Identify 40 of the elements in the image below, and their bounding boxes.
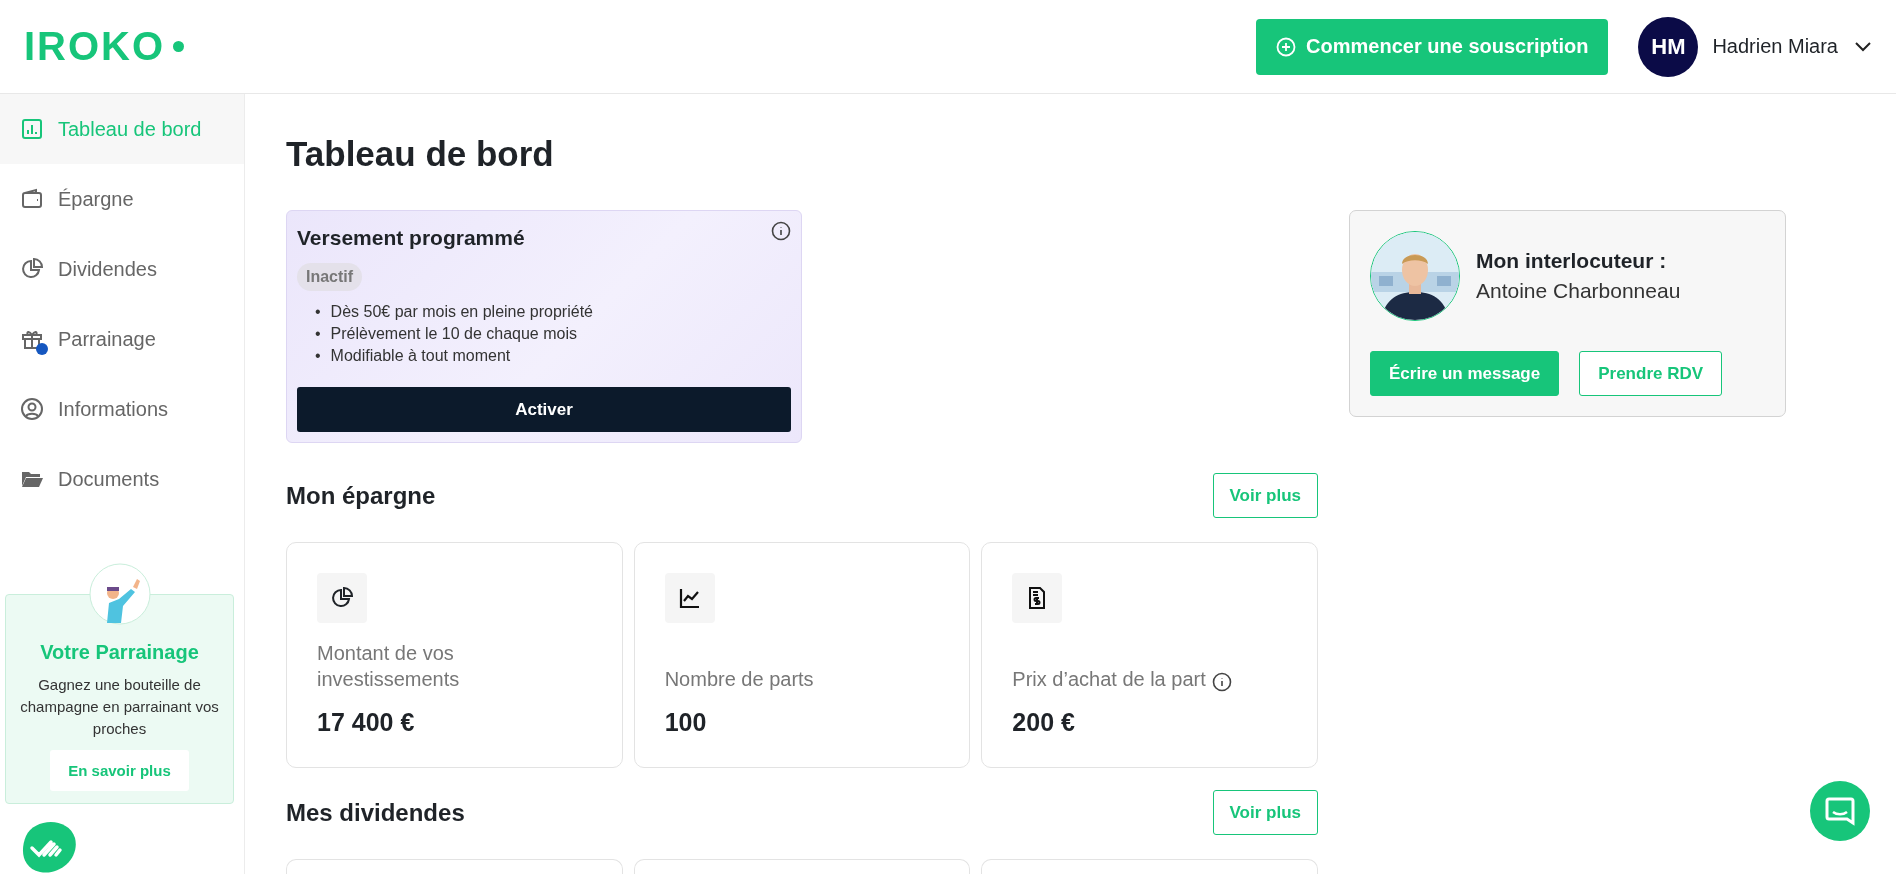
user-icon [20, 397, 44, 421]
stat-label: Nombre de parts [664, 667, 814, 692]
stat-value: 100 [664, 708, 708, 737]
sidebar-item[interactable]: Épargne [0, 164, 244, 234]
info-icon[interactable] [771, 221, 791, 241]
stat-value: 200 € [1012, 708, 1076, 737]
bullet-text: Modifiable à tout moment [330, 346, 511, 366]
referral-title: Votre Parrainage [39, 641, 200, 664]
card-title: Versement programmé [297, 225, 525, 251]
pie-chart-icon [330, 586, 354, 610]
stat-label: Montant de vos investissements [317, 641, 461, 692]
user-avatar[interactable]: HM [1638, 16, 1699, 77]
chart-icon [20, 117, 44, 141]
plus-circle-icon [1276, 36, 1297, 57]
bullet-text: Dès 50€ par mois en pleine propriété [330, 302, 593, 322]
stat-value: 17 400 € [317, 708, 416, 737]
stat-label: Prix d’achat de la part [1012, 667, 1206, 692]
advisor-label: Mon interlocuteur : [1476, 249, 1668, 273]
logo-dot-icon [173, 41, 185, 52]
page-title: Tableau de bord [286, 134, 555, 174]
referral-text: Gagnez une bouteille de champagne en parrainant vos proches [19, 675, 220, 739]
info-icon[interactable] [1211, 672, 1232, 692]
status-badge: Inactif [297, 263, 363, 291]
bullet-icon: • [315, 301, 321, 323]
sidebar-item[interactable]: Parrainage [0, 304, 244, 374]
bullet-text: Prélèvement le 10 de chaque mois [330, 324, 577, 344]
sidebar-item[interactable]: Dividendes [0, 234, 244, 304]
section-title: Mon épargne [286, 481, 436, 510]
advisor-name: Antoine Charbonneau [1476, 279, 1681, 303]
wallet-icon [20, 187, 44, 211]
bullet-icon: • [315, 323, 321, 345]
user-name[interactable]: Hadrien Miara [1712, 35, 1838, 58]
activate-button[interactable]: Activer [297, 387, 791, 432]
section-title: Mes dividendes [286, 798, 465, 827]
chevron-down-icon[interactable] [1854, 40, 1872, 53]
sidebar-item[interactable]: Informations [0, 374, 244, 444]
pie-chart-icon [20, 257, 44, 281]
line-chart-icon [677, 586, 702, 610]
sidebar-item[interactable]: Documents [0, 444, 244, 514]
bullet-icon: • [315, 345, 321, 367]
